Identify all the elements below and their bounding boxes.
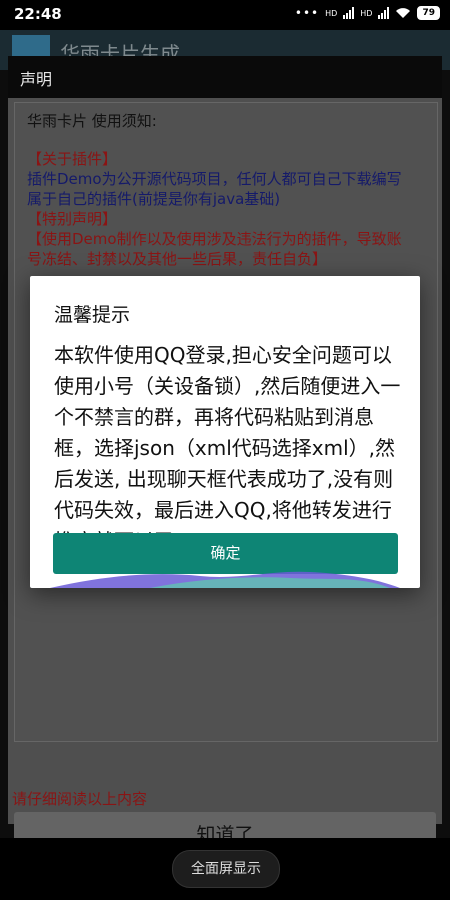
notification-dots-icon: ••• <box>294 6 320 20</box>
notice-title: 声明 <box>20 70 53 89</box>
fullscreen-button[interactable]: 全面屏显示 <box>172 850 280 888</box>
signal-icon <box>343 7 355 19</box>
notice-line: 插件Demo为公开源代码项目，任何人都可自己下载编写 <box>27 170 402 188</box>
alert-message: 本软件使用QQ登录,担心安全问题可以使用小号（关设备锁）,然后随便进入一个不禁言… <box>54 343 401 553</box>
notice-line: 华雨卡片 使用须知: <box>27 112 157 130</box>
status-time: 22:48 <box>14 5 62 23</box>
status-icons: ••• HD HD 79 <box>295 6 440 20</box>
notice-line: 【特别声明】 <box>27 210 118 228</box>
bottom-bar: 全面屏显示 <box>0 838 450 900</box>
status-bar: 22:48 ••• HD HD 79 <box>0 0 450 30</box>
signal-icon-2 <box>378 7 390 19</box>
alert-title: 温馨提示 <box>54 304 131 326</box>
notice-header: 声明 <box>8 56 442 98</box>
tip-alert-dialog: 温馨提示 本软件使用QQ登录,担心安全问题可以使用小号（关设备锁）,然后随便进入… <box>30 276 420 588</box>
read-carefully-note: 请仔细阅读以上内容 <box>12 790 148 808</box>
notice-line: 属于自己的插件(前提是你有java基础) <box>27 190 281 208</box>
notice-line: 【使用Demo制作以及使用涉及违法行为的插件，导致账 <box>27 230 402 248</box>
network-type-label-2: HD <box>360 8 373 18</box>
battery-icon: 79 <box>417 6 440 20</box>
notice-line: 【关于插件】 <box>27 150 118 168</box>
decorative-wave-icon <box>50 571 400 588</box>
notice-line: 号冻结、封禁以及其他一些后果，责任自负】 <box>27 250 328 268</box>
network-type-label: HD <box>325 8 338 18</box>
wifi-icon <box>396 8 411 18</box>
